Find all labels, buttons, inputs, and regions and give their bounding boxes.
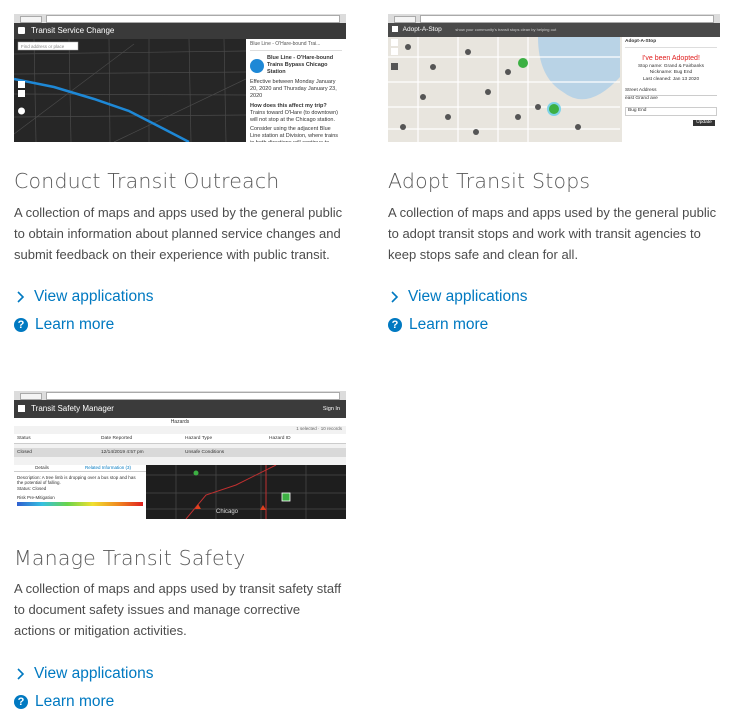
street-map: [388, 37, 620, 142]
info-panel: Blue Line - O'Hare-bound Trai... Blue Li…: [246, 39, 346, 142]
learn-more-label: Learn more: [35, 693, 115, 710]
blue-line-icon: [250, 58, 264, 73]
chevron-right-icon: [391, 291, 399, 303]
street-address-value[interactable]: east Grand ave: [625, 96, 717, 103]
help-icon: ?: [14, 695, 28, 709]
thumbnail-transit-service-change[interactable]: Transit Service Change Find address or p…: [14, 14, 346, 142]
app-title: Adopt-A-Stop: [402, 26, 442, 33]
search-input: Find address or place: [21, 44, 65, 49]
column-header[interactable]: Hazard Type: [185, 434, 269, 443]
panel-dates: Effective between Monday January 20, 202…: [250, 79, 337, 99]
thumbnail-adopt-a-stop[interactable]: Adopt-A-Stop show your community's trans…: [388, 14, 720, 142]
table-cell: Closed: [17, 450, 32, 455]
app-title: Transit Service Change: [31, 26, 115, 35]
bus-icon: [18, 27, 25, 35]
panel-header: Blue Line - O'Hare-bound Trai...: [250, 41, 342, 51]
nickname-field[interactable]: Bug End: [625, 107, 717, 116]
view-applications-link[interactable]: View applications: [14, 665, 153, 683]
app-tagline: show your community's transit stops clea…: [455, 27, 557, 32]
hazards-tab[interactable]: Hazards: [14, 418, 346, 426]
app-title: Transit Safety Manager: [31, 404, 114, 413]
bus-icon: [18, 405, 25, 413]
adopt-panel: Adopt-A-Stop I've been Adopted! Stop nam…: [622, 37, 720, 142]
learn-more-label: Learn more: [409, 316, 489, 333]
learn-more-label: Learn more: [35, 316, 115, 333]
table-cell: 12/14/2019 4:57 pm: [101, 450, 144, 455]
view-applications-link[interactable]: View applications: [388, 288, 527, 306]
learn-more-link[interactable]: ? Learn more: [14, 693, 114, 711]
update-button[interactable]: Update: [693, 119, 715, 126]
dark-street-map: Find address or place: [14, 39, 246, 142]
selected-count: 1 selected · 10 records: [296, 426, 342, 431]
app-header: Transit Service Change: [14, 23, 346, 39]
card-title: Manage Transit Safety: [14, 546, 246, 570]
column-header[interactable]: Status: [14, 434, 101, 443]
view-applications-label: View applications: [34, 288, 154, 305]
card-description: A collection of maps and apps used by th…: [388, 205, 717, 262]
map-label: Chicago: [216, 509, 239, 515]
card-description: A collection of maps and apps used by tr…: [14, 581, 342, 638]
app-header: Transit Safety Manager Sign In: [14, 400, 346, 418]
panel-text-2: Consider using the adjacent Blue Line st…: [250, 126, 339, 142]
adopted-text: I've been Adopted!: [642, 54, 700, 62]
help-icon: ?: [388, 318, 402, 332]
view-applications-label: View applications: [34, 665, 154, 682]
column-header[interactable]: Date Reported: [101, 434, 185, 443]
card-description: A collection of maps and apps used by th…: [14, 205, 343, 262]
panel-header: Adopt-A-Stop: [625, 39, 717, 48]
risk-label: Risk Pre-Mitigation: [17, 495, 55, 500]
sign-in-link[interactable]: Sign In: [323, 400, 340, 418]
learn-more-link[interactable]: ? Learn more: [388, 316, 488, 334]
card-adopt-transit-stops: Adopt-A-Stop show your community's trans…: [388, 14, 720, 333]
column-header[interactable]: Hazard ID: [269, 434, 339, 443]
tab-related-information[interactable]: Related Information (3): [70, 465, 146, 471]
table-row[interactable]: Closed 12/14/2019 4:57 pm Unsafe Conditi…: [14, 448, 346, 457]
panel-text: Trains toward O'Hare (to downtown) will …: [250, 110, 338, 123]
tab-details[interactable]: Details: [14, 465, 70, 471]
help-icon: ?: [14, 318, 28, 332]
dark-hazard-map: Chicago: [146, 465, 346, 519]
card-title: Conduct Transit Outreach: [14, 169, 280, 193]
risk-scale-bar: [17, 501, 143, 506]
street-address-label: Street Address: [625, 88, 717, 96]
view-applications-link[interactable]: View applications: [14, 288, 153, 306]
table-cell: Unsafe Conditions: [185, 450, 225, 455]
learn-more-link[interactable]: ? Learn more: [14, 316, 114, 334]
detail-text: Description: A tree limb is dropping ove…: [17, 474, 136, 486]
thumbnail-transit-safety-manager[interactable]: Transit Safety Manager Sign In Hazards 1…: [14, 391, 346, 519]
last-cleaned: Last cleaned: Jan 13 2020: [642, 76, 700, 82]
card-manage-transit-safety: Transit Safety Manager Sign In Hazards 1…: [14, 391, 346, 710]
details-panel: Details Related Information (3) Descript…: [14, 465, 146, 519]
chevron-right-icon: [17, 668, 25, 680]
panel-title: Blue Line - O'Hare-bound Trains Bypass C…: [267, 55, 334, 75]
chevron-right-icon: [17, 291, 25, 303]
app-header: Adopt-A-Stop show your community's trans…: [388, 23, 720, 37]
card-title: Adopt Transit Stops: [388, 169, 591, 193]
hazard-table-header: Status Date Reported Hazard Type Hazard …: [14, 434, 346, 444]
view-applications-label: View applications: [408, 288, 528, 305]
bus-icon: [392, 26, 398, 33]
panel-question: How does this affect my trip?: [250, 103, 327, 109]
card-conduct-transit-outreach: Transit Service Change Find address or p…: [14, 14, 346, 333]
